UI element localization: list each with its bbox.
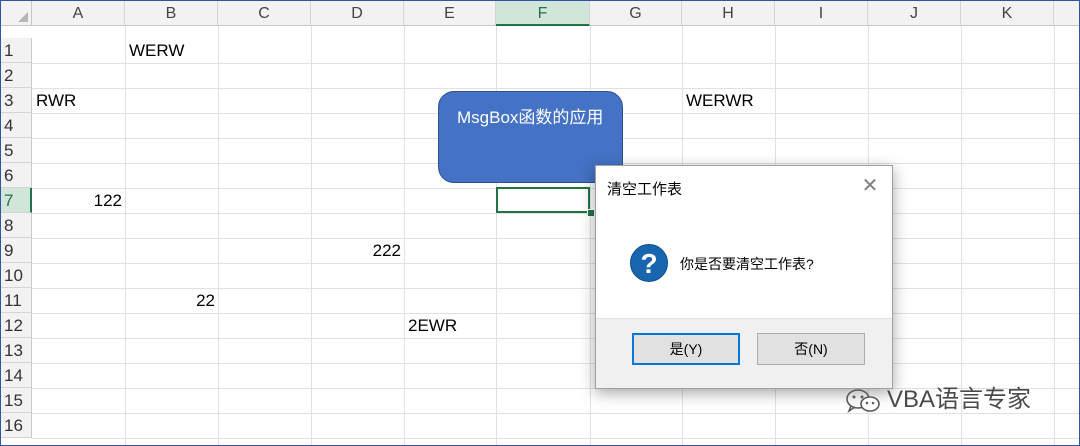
select-all-triangle-icon (18, 12, 28, 22)
row-header-5[interactable]: 5 (1, 138, 32, 163)
column-header-b[interactable]: B (125, 1, 218, 26)
grid-line (590, 26, 591, 445)
grid-line (496, 26, 497, 445)
question-icon: ? (630, 244, 668, 282)
column-header-g[interactable]: G (590, 1, 682, 26)
msgbox-dialog: 清空工作表 ✕ ? 你是否要清空工作表? 是(Y) 否(N) (595, 165, 893, 389)
cell-d9[interactable]: 222 (311, 238, 401, 263)
row-header-7[interactable]: 7 (1, 188, 32, 213)
selected-cell-f7[interactable] (496, 187, 590, 213)
grid-line (32, 63, 1079, 64)
grid-line (961, 26, 962, 445)
grid-line (32, 438, 1079, 439)
row-header-16[interactable]: 16 (1, 413, 32, 438)
watermark: VBA语言专家 (845, 386, 1031, 414)
grid-line (32, 263, 1079, 264)
row-header-13[interactable]: 13 (1, 338, 32, 363)
column-header-e[interactable]: E (404, 1, 496, 26)
watermark-text: VBA语言专家 (887, 386, 1032, 413)
wechat-icon (846, 388, 880, 413)
grid-line (32, 338, 1079, 339)
row-header-1[interactable]: 1 (1, 38, 32, 63)
cell-b1[interactable]: WERW (129, 38, 184, 63)
fill-handle[interactable] (587, 209, 595, 217)
row-header-11[interactable]: 11 (1, 288, 32, 313)
grid-line (1054, 26, 1055, 445)
dialog-message: 你是否要清空工作表? (680, 256, 814, 272)
column-header-i[interactable]: I (775, 1, 868, 26)
cell-h3[interactable]: WERWR (686, 88, 754, 113)
grid-line (404, 26, 405, 445)
row-header-8[interactable]: 8 (1, 213, 32, 238)
column-header-h[interactable]: H (682, 1, 775, 26)
column-header-a[interactable]: A (32, 1, 125, 26)
grid-line (32, 363, 1079, 364)
column-header-k[interactable]: K (961, 1, 1054, 26)
column-header-partial[interactable] (1054, 1, 1079, 26)
grid-line (32, 313, 1079, 314)
grid-line (311, 26, 312, 445)
cell-b11[interactable]: 22 (125, 288, 215, 313)
row-header-2[interactable]: 2 (1, 63, 32, 88)
yes-button[interactable]: 是(Y) (632, 333, 740, 365)
row-header-6[interactable]: 6 (1, 163, 32, 188)
spreadsheet-grid[interactable]: A B C D E F G H I J K 1 2 3 4 5 6 7 8 9 … (1, 1, 1079, 445)
column-header-j[interactable]: J (868, 1, 961, 26)
excel-window: A B C D E F G H I J K 1 2 3 4 5 6 7 8 9 … (0, 0, 1080, 446)
dialog-title: 清空工作表 (607, 181, 683, 198)
row-header-15[interactable]: 15 (1, 388, 32, 413)
grid-line (32, 238, 1079, 239)
row-header-3[interactable]: 3 (1, 88, 32, 113)
column-header-c[interactable]: C (218, 1, 311, 26)
column-header-f[interactable]: F (496, 1, 590, 26)
row-header-9[interactable]: 9 (1, 238, 32, 263)
grid-line (218, 26, 219, 445)
column-header-d[interactable]: D (311, 1, 404, 26)
cell-a7[interactable]: 122 (32, 188, 122, 213)
grid-line (32, 213, 1079, 214)
row-header-4[interactable]: 4 (1, 113, 32, 138)
shape-label: MsgBox函数的应用 (457, 108, 604, 127)
dialog-button-bar: 是(Y) 否(N) (596, 318, 892, 388)
row-header-12[interactable]: 12 (1, 313, 32, 338)
grid-line (32, 88, 1079, 89)
row-header-14[interactable]: 14 (1, 363, 32, 388)
row-header-10[interactable]: 10 (1, 263, 32, 288)
select-all-corner[interactable] (1, 1, 32, 26)
grid-line (125, 26, 126, 445)
no-button[interactable]: 否(N) (757, 333, 865, 365)
close-icon[interactable]: ✕ (860, 176, 880, 196)
cell-e12[interactable]: 2EWR (408, 313, 457, 338)
cell-a3[interactable]: RWR (36, 88, 76, 113)
